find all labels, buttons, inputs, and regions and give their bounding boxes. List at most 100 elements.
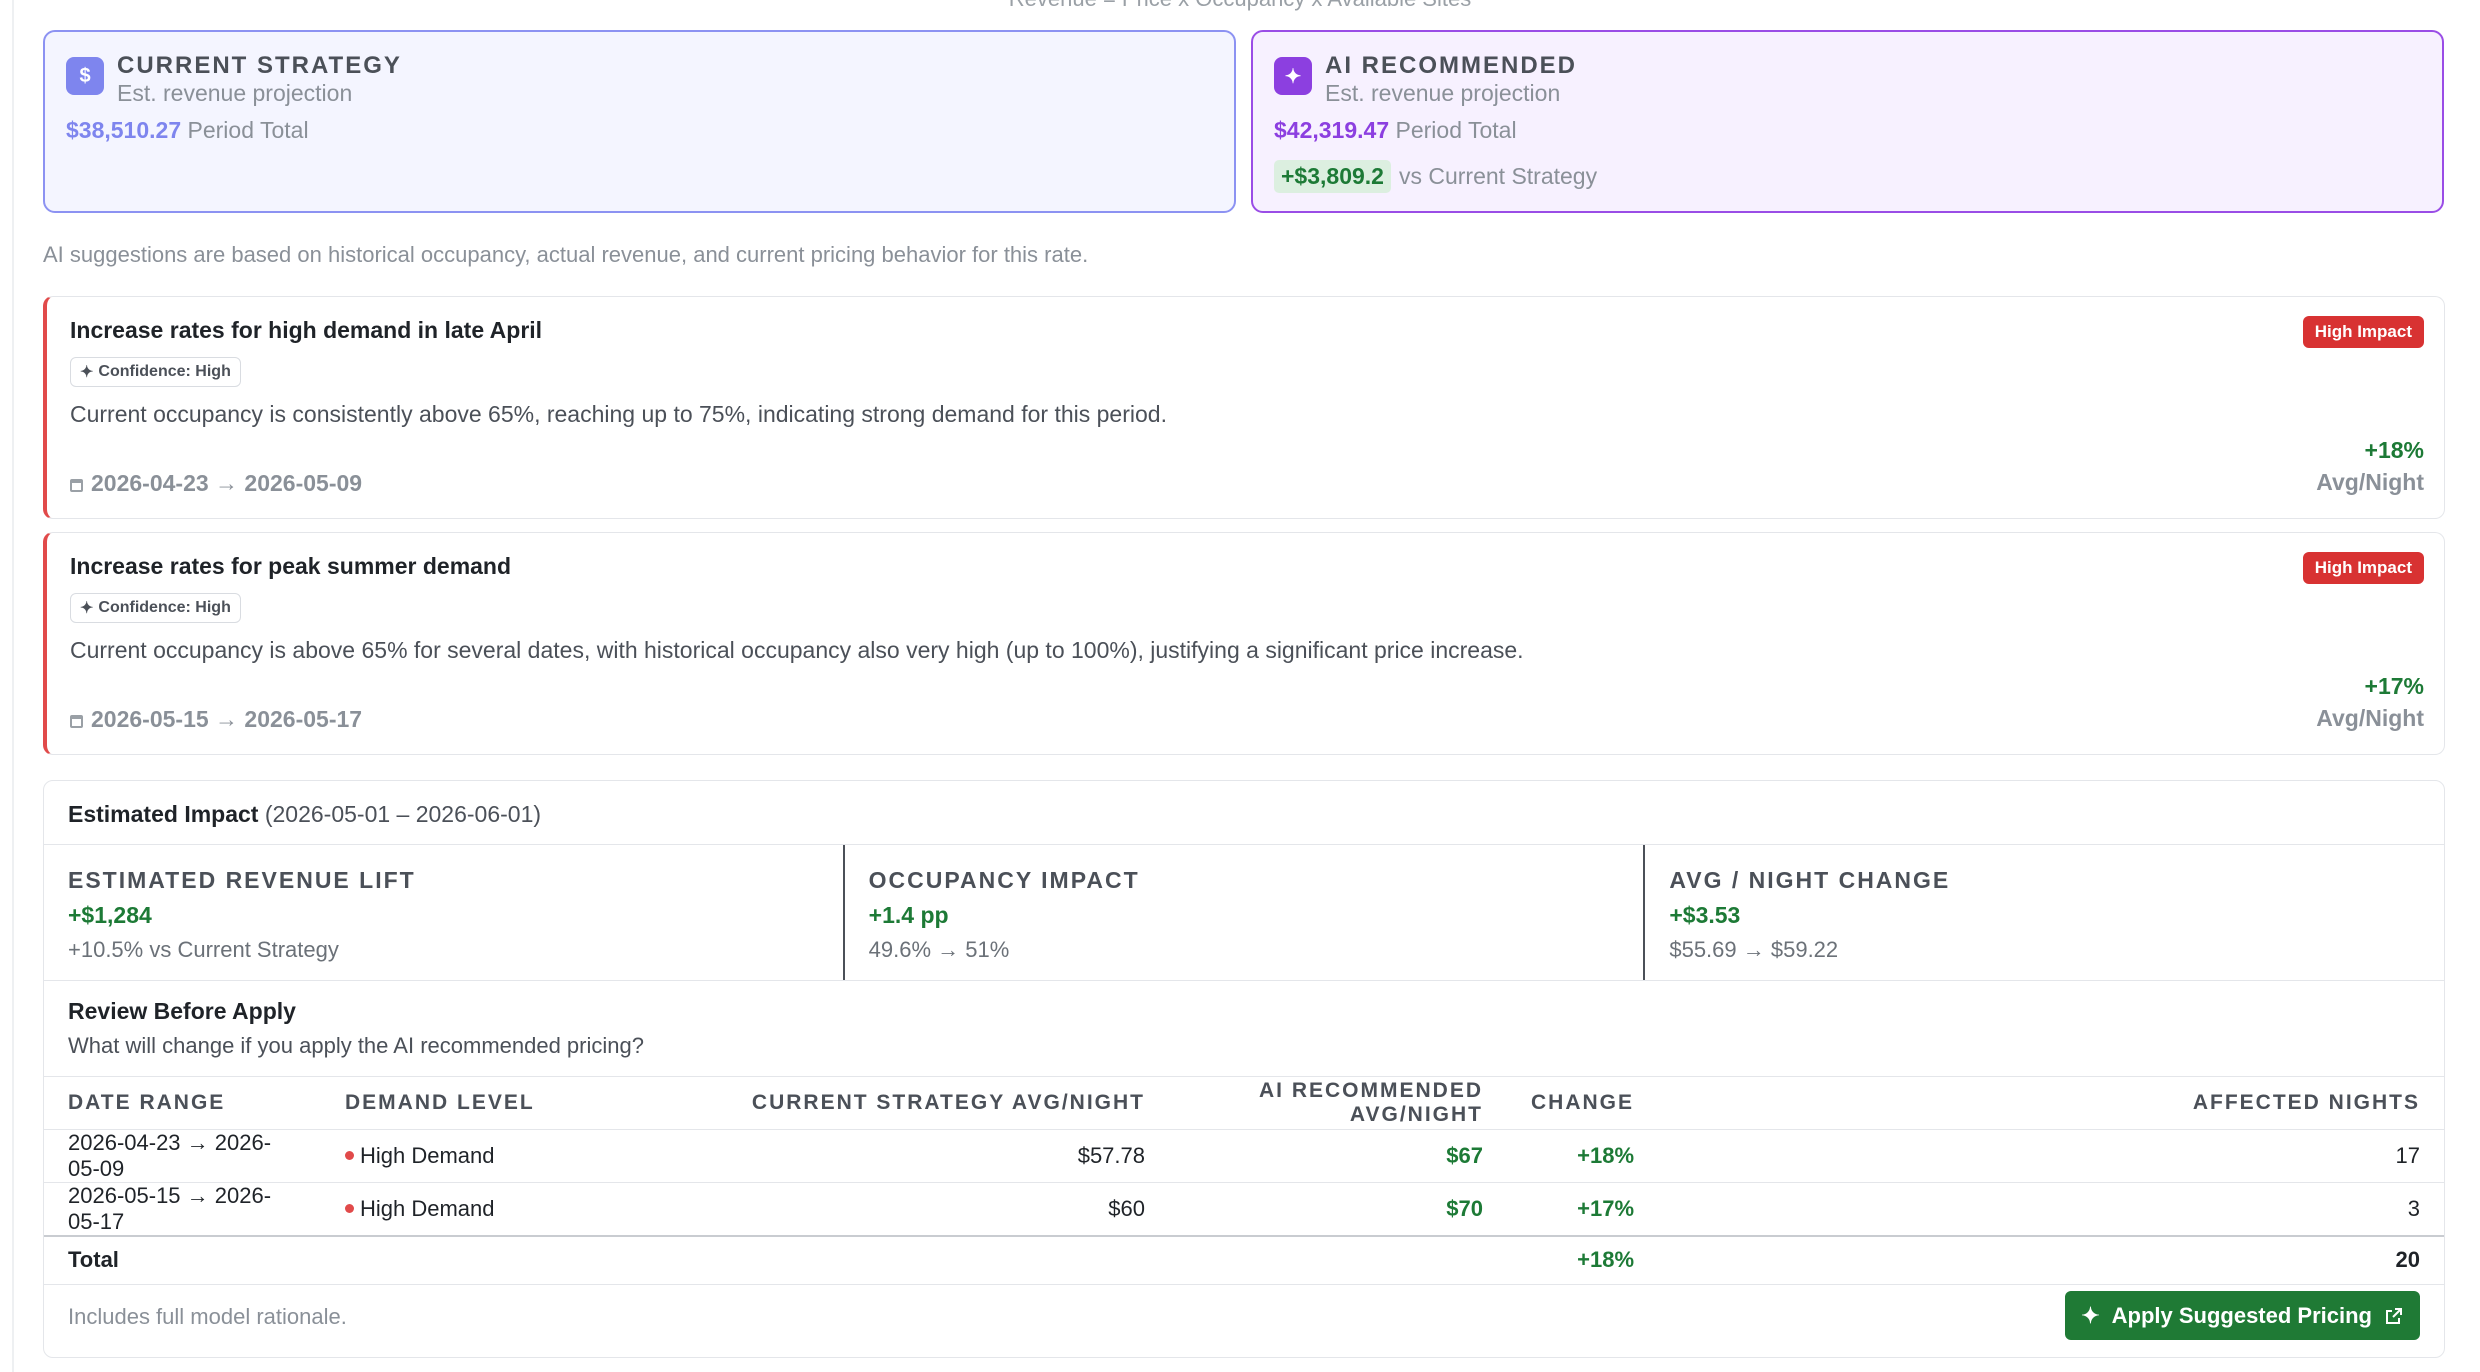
confidence-badge: ✦ Confidence: High xyxy=(70,593,241,623)
suggestion-title: Increase rates for peak summer demand xyxy=(70,553,512,579)
suggestion-description: Current occupancy is consistently above … xyxy=(70,401,1167,427)
suggestion-unit: Avg/Night xyxy=(2316,705,2424,731)
current-strategy-card[interactable]: $ CURRENT STRATEGY Est. revenue projecti… xyxy=(43,30,1236,213)
period-total-label: Period Total xyxy=(1395,117,1517,143)
metric-label: AVG / NIGHT CHANGE xyxy=(1669,867,1951,893)
period-total: $42,319.47 Period Total xyxy=(1274,117,1517,144)
card-title: CURRENT STRATEGY xyxy=(117,52,402,79)
column-header: DATE RANGE xyxy=(44,1076,321,1130)
suggestion-date-range: 2026-05-15 → 2026-05-17 xyxy=(70,706,362,733)
table-row: 2026-05-15 → 2026-05-17 High Demand $60 … xyxy=(44,1182,2444,1237)
impact-metrics: ESTIMATED REVENUE LIFT +$1,284 +10.5% vs… xyxy=(44,844,2444,981)
suggestion-card[interactable]: Increase rates for high demand in late A… xyxy=(43,296,2445,519)
calendar-icon xyxy=(70,715,83,728)
suggestion-percent-change: +17% xyxy=(2364,673,2424,699)
cell-date-range: 2026-05-15 → 2026-05-17 xyxy=(44,1182,321,1237)
metric-value: +1.4 pp xyxy=(868,902,949,928)
period-total: $38,510.27 Period Total xyxy=(66,117,309,144)
cell-empty xyxy=(621,1235,1169,1285)
high-demand-dot-icon xyxy=(345,1150,354,1160)
column-header: AFFECTED NIGHTS xyxy=(1658,1076,2444,1130)
review-title: Review Before Apply xyxy=(68,998,296,1024)
confidence-label: Confidence: High xyxy=(98,599,231,616)
metric-value: +$3.53 xyxy=(1669,902,1741,928)
ai-disclaimer: AI suggestions are based on historical o… xyxy=(43,242,1089,267)
calendar-icon xyxy=(70,479,83,492)
high-impact-badge: High Impact xyxy=(2302,552,2424,584)
estimated-impact-title: Estimated Impact xyxy=(68,801,259,827)
card-subtitle: Est. revenue projection xyxy=(1325,80,1561,106)
date-range-text: 2026-05-15 → 2026-05-17 xyxy=(91,706,363,732)
review-table: DATE RANGE DEMAND LEVEL CURRENT STRATEGY… xyxy=(44,1076,2444,1285)
period-total-amount: $38,510.27 xyxy=(66,117,182,143)
metric-detail: 49.6% → 51% xyxy=(868,937,1010,962)
total-change: +18% xyxy=(1507,1235,1659,1285)
estimated-impact-range: (2026-05-01 – 2026-06-01) xyxy=(264,801,542,827)
apply-button-label: Apply Suggested Pricing xyxy=(2111,1302,2372,1328)
cell-current-avg: $60 xyxy=(621,1182,1169,1237)
card-title: AI RECOMMENDED xyxy=(1325,52,1578,79)
cell-empty xyxy=(1169,1235,1507,1285)
metric-label: OCCUPANCY IMPACT xyxy=(868,867,1140,893)
suggestion-unit: Avg/Night xyxy=(2316,469,2424,495)
metric-value: +$1,284 xyxy=(68,902,152,928)
confidence-badge: ✦ Confidence: High xyxy=(70,357,241,387)
revenue-formula: Revenue = Price x Occupancy x Available … xyxy=(0,0,2480,12)
cell-ai-avg: $70 xyxy=(1169,1182,1507,1237)
high-impact-badge: High Impact xyxy=(2302,316,2424,348)
total-label: Total xyxy=(44,1235,321,1285)
cell-empty xyxy=(321,1235,621,1285)
metric-detail: +10.5% vs Current Strategy xyxy=(68,937,339,962)
total-nights: 20 xyxy=(1658,1235,2444,1285)
metric-occupancy-impact: OCCUPANCY IMPACT +1.4 pp 49.6% → 51% xyxy=(842,845,1644,980)
column-header: CHANGE xyxy=(1507,1076,1659,1130)
cell-date-range: 2026-04-23 → 2026-05-09 xyxy=(44,1129,321,1183)
column-header: AI RECOMMENDED AVG/NIGHT xyxy=(1169,1076,1507,1130)
demand-label: High Demand xyxy=(360,1196,495,1221)
table-total-row: Total +18% 20 xyxy=(44,1235,2444,1285)
suggestion-date-range: 2026-04-23 → 2026-05-09 xyxy=(70,470,362,497)
sparkle-icon: ✦ xyxy=(80,364,94,381)
high-demand-dot-icon xyxy=(345,1203,354,1213)
cell-demand-level: High Demand xyxy=(321,1129,621,1183)
suggestion-card[interactable]: Increase rates for peak summer demand ✦ … xyxy=(43,532,2445,755)
review-subtitle: What will change if you apply the AI rec… xyxy=(68,1033,644,1058)
sparkle-icon: ✦ xyxy=(1274,57,1312,95)
confidence-label: Confidence: High xyxy=(98,363,231,380)
cell-current-avg: $57.78 xyxy=(621,1129,1169,1183)
external-link-icon xyxy=(2386,1307,2402,1324)
suggestion-title: Increase rates for high demand in late A… xyxy=(70,317,543,343)
card-subtitle: Est. revenue projection xyxy=(117,80,353,106)
table-header-row: DATE RANGE DEMAND LEVEL CURRENT STRATEGY… xyxy=(44,1076,2444,1130)
cell-affected-nights: 17 xyxy=(1658,1129,2444,1183)
estimated-impact-header: Estimated Impact (2026-05-01 – 2026-06-0… xyxy=(68,801,541,828)
pricing-page: Revenue = Price x Occupancy x Available … xyxy=(0,0,2480,1372)
revenue-delta: +$3,809.2 vs Current Strategy xyxy=(1274,160,1597,193)
metric-avg-night-change: AVG / NIGHT CHANGE +$3.53 $55.69 → $59.2… xyxy=(1643,845,2444,980)
apply-suggested-pricing-button[interactable]: ✦ Apply Suggested Pricing xyxy=(2065,1291,2420,1340)
divider xyxy=(12,0,14,1372)
demand-label: High Demand xyxy=(360,1143,495,1168)
column-header: DEMAND LEVEL xyxy=(321,1076,621,1130)
delta-badge: +$3,809.2 xyxy=(1274,160,1391,193)
cell-ai-avg: $67 xyxy=(1169,1129,1507,1183)
suggestion-description: Current occupancy is above 65% for sever… xyxy=(70,637,1524,663)
cell-change: +18% xyxy=(1507,1129,1659,1183)
cell-change: +17% xyxy=(1507,1182,1659,1237)
column-header: CURRENT STRATEGY AVG/NIGHT xyxy=(621,1076,1169,1130)
estimated-impact-panel: Estimated Impact (2026-05-01 – 2026-06-0… xyxy=(43,780,2445,1358)
dollar-icon: $ xyxy=(66,57,104,95)
suggestion-percent-change: +18% xyxy=(2364,437,2424,463)
cell-affected-nights: 3 xyxy=(1658,1182,2444,1237)
period-total-amount: $42,319.47 xyxy=(1274,117,1390,143)
metric-revenue-lift: ESTIMATED REVENUE LIFT +$1,284 +10.5% vs… xyxy=(44,845,843,980)
ai-recommended-card[interactable]: ✦ AI RECOMMENDED Est. revenue projection… xyxy=(1251,30,2444,213)
model-rationale-note: Includes full model rationale. xyxy=(68,1304,347,1329)
sparkle-icon: ✦ xyxy=(2081,1302,2100,1328)
table-row: 2026-04-23 → 2026-05-09 High Demand $57.… xyxy=(44,1129,2444,1183)
date-range-text: 2026-04-23 → 2026-05-09 xyxy=(91,470,363,496)
cell-demand-level: High Demand xyxy=(321,1182,621,1237)
metric-detail: $55.69 → $59.22 xyxy=(1669,937,1839,962)
sparkle-icon: ✦ xyxy=(80,600,94,617)
delta-label: vs Current Strategy xyxy=(1398,163,1598,189)
